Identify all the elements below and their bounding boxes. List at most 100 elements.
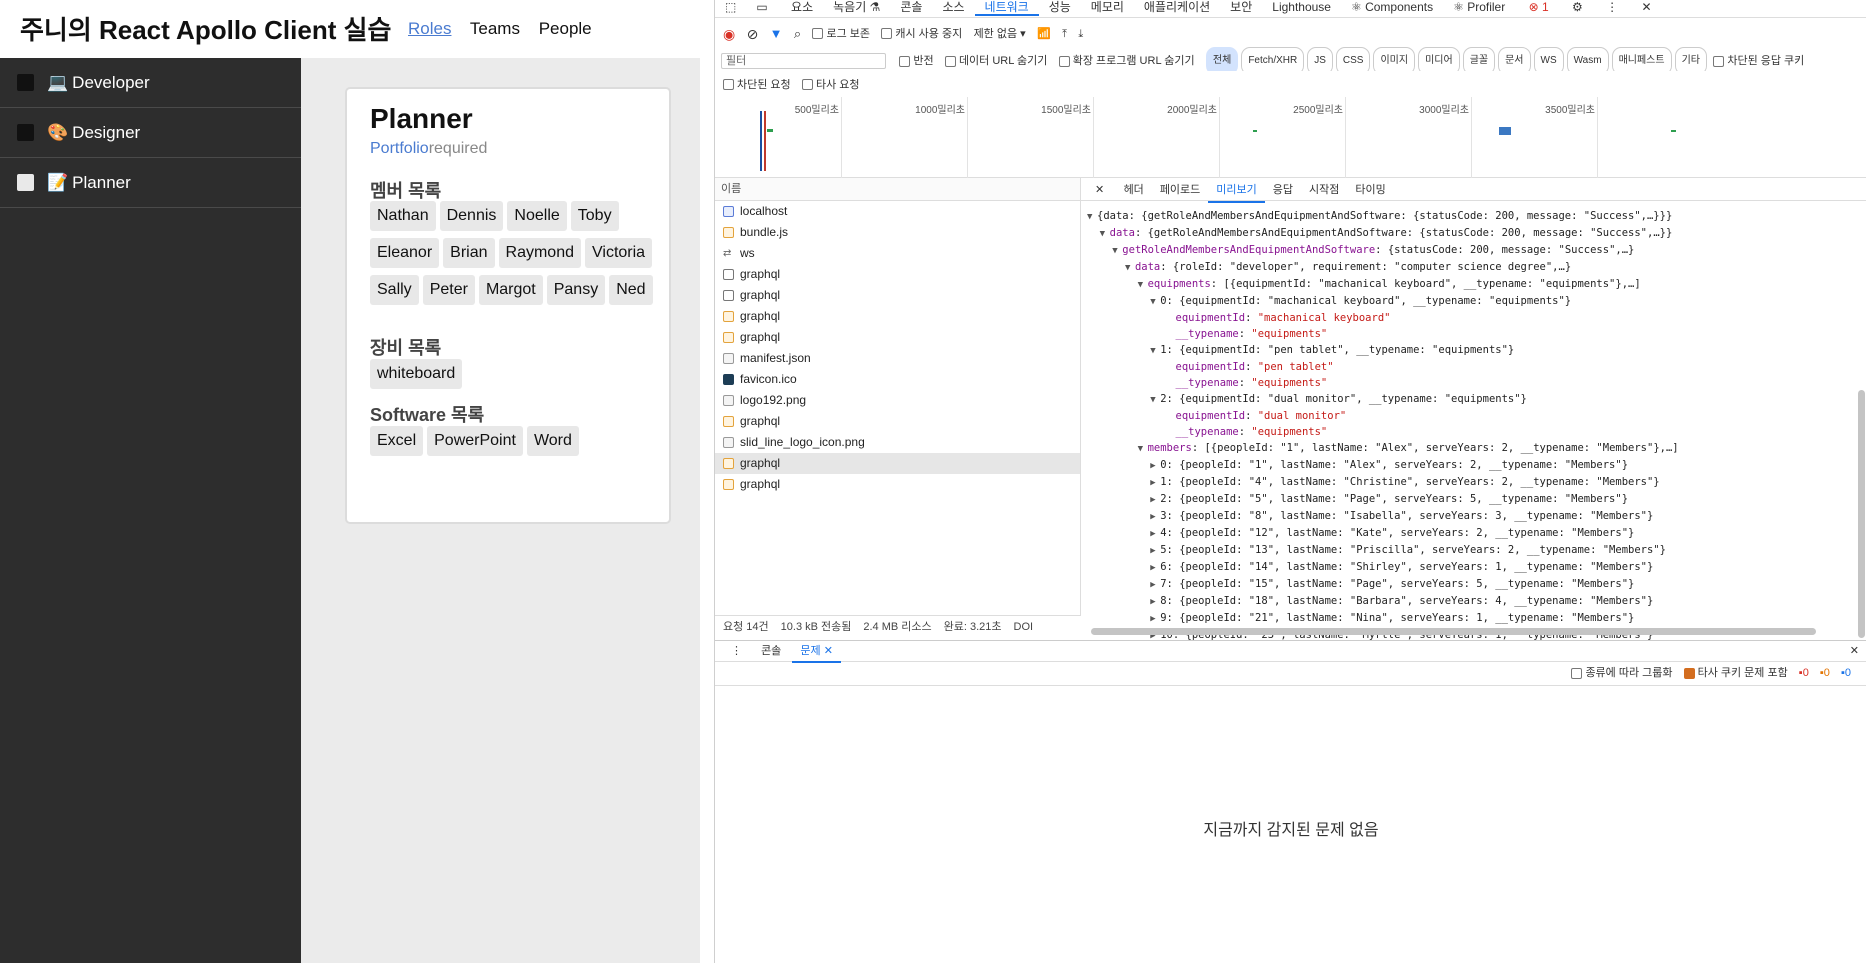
expand-down-icon[interactable]: ▼ — [1138, 441, 1148, 457]
sidebar-item-developer[interactable]: 💻 Developer — [0, 58, 301, 108]
clear-icon[interactable]: ⊘ — [747, 23, 759, 44]
type-filter-pill[interactable]: WS — [1533, 47, 1564, 71]
expand-right-icon[interactable]: ▶ — [1150, 458, 1160, 474]
horizontal-scrollbar[interactable] — [1091, 628, 1816, 635]
preview-line[interactable]: ▼ 1: {equipmentId: "pen tablet", __typena… — [1087, 342, 1857, 359]
member-tag[interactable]: Peter — [422, 275, 475, 305]
request-row[interactable]: ⇄ ws — [715, 243, 1080, 264]
preview-line[interactable]: ▼ 0: {equipmentId: "machanical keyboard",… — [1087, 293, 1857, 310]
type-filter-pill[interactable]: 매니페스트 — [1611, 47, 1672, 71]
inspect-icon[interactable]: ⬚ — [715, 0, 746, 14]
nav-roles[interactable]: Roles — [408, 19, 451, 38]
software-tag[interactable]: PowerPoint — [427, 426, 523, 456]
member-tag[interactable]: Eleanor — [370, 238, 440, 268]
devtools-tab[interactable]: ⚛ Components — [1341, 0, 1443, 14]
checkbox-icon[interactable] — [1058, 55, 1070, 67]
preview-line[interactable]: ▶ 8: {peopleId: "18", lastName: "Barbara"… — [1087, 593, 1857, 610]
software-tag[interactable]: Excel — [370, 426, 424, 456]
checkbox-icon[interactable] — [802, 79, 813, 91]
record-icon[interactable]: ◉ — [723, 23, 735, 44]
detail-tab[interactable]: 미리보기 — [1208, 179, 1265, 203]
type-filter-pill[interactable]: Fetch/XHR — [1241, 47, 1305, 71]
expand-down-icon[interactable]: ▼ — [1112, 243, 1122, 259]
devtools-tab[interactable]: 콘솔 — [890, 0, 932, 14]
checkbox-icon[interactable] — [899, 55, 911, 67]
equipment-tag[interactable]: whiteboard — [370, 359, 463, 389]
member-tag[interactable]: Sally — [370, 275, 419, 305]
type-filter-pill[interactable]: JS — [1307, 47, 1333, 71]
devtools-tab[interactable]: 요소 — [781, 0, 823, 14]
detail-tab[interactable]: 헤더 — [1116, 179, 1152, 201]
request-row[interactable]: localhost — [715, 201, 1080, 222]
member-tag[interactable]: Ned — [609, 275, 653, 305]
member-tag[interactable]: Brian — [443, 238, 495, 268]
drawer-tab-issues[interactable]: 문제 ✕ — [792, 641, 841, 663]
filter-icon[interactable]: ▼ — [770, 23, 783, 44]
request-row[interactable]: graphql — [715, 411, 1080, 432]
preview-line[interactable]: ▼ getRoleAndMembersAndEquipmentAndSoftwar… — [1087, 242, 1857, 259]
type-filter-pill[interactable]: 전체 — [1205, 47, 1239, 71]
request-row[interactable]: favicon.ico — [715, 369, 1080, 390]
network-conditions-icon[interactable]: 📶 — [1037, 23, 1051, 44]
expand-down-icon[interactable]: ▼ — [1138, 277, 1148, 293]
request-row[interactable]: slid_line_logo_icon.png — [715, 432, 1080, 453]
type-filter-pill[interactable]: CSS — [1335, 47, 1371, 71]
sidebar-item-planner[interactable]: 📝 Planner — [0, 158, 301, 208]
sidebar-item-designer[interactable]: 🎨 Designer — [0, 108, 301, 158]
nav-people[interactable]: People — [539, 19, 592, 38]
error-badge[interactable]: ⊗ 1 — [1519, 0, 1559, 14]
request-row[interactable]: logo192.png — [715, 390, 1080, 411]
checkbox-icon[interactable] — [723, 79, 734, 91]
expand-down-icon[interactable]: ▼ — [1150, 294, 1160, 310]
request-row[interactable]: graphql — [715, 306, 1080, 327]
request-row[interactable]: graphql — [715, 285, 1080, 306]
throttle-select[interactable]: 제한 없음 ▾ — [974, 23, 1026, 44]
expand-down-icon[interactable]: ▼ — [1100, 226, 1110, 242]
devtools-tab[interactable]: 성능 — [1039, 0, 1081, 14]
close-detail-icon[interactable]: ✕ — [1087, 179, 1112, 201]
download-icon[interactable]: ⤓ — [1078, 23, 1083, 44]
third-party-toggle[interactable]: 타사 요청 — [802, 75, 860, 94]
expand-right-icon[interactable]: ▶ — [1150, 577, 1160, 593]
preview-line[interactable]: ▶ 5: {peopleId: "13", lastName: "Priscill… — [1087, 542, 1857, 559]
filter-input[interactable]: 필터 — [721, 53, 886, 69]
preview-line[interactable]: ▶ 9: {peopleId: "21", lastName: "Nina", s… — [1087, 610, 1857, 627]
invert-toggle[interactable]: 반전 — [899, 49, 934, 71]
checkbox-icon[interactable] — [944, 55, 956, 67]
devtools-tab[interactable]: 네트워크 — [974, 0, 1039, 16]
preview-line[interactable]: ▶ 1: {peopleId: "4", lastName: "Christine… — [1087, 474, 1857, 491]
close-icon[interactable]: ✕ — [824, 645, 833, 657]
expand-right-icon[interactable]: ▶ — [1150, 594, 1160, 610]
preview-line[interactable]: ▼ equipments: [{equipmentId: "machanical … — [1087, 276, 1857, 293]
preview-line[interactable]: ▶ 3: {peopleId: "8", lastName: "Isabella"… — [1087, 508, 1857, 525]
expand-right-icon[interactable]: ▶ — [1150, 509, 1160, 525]
preview-line[interactable]: equipmentId: "machanical keyboard" — [1087, 310, 1857, 326]
checkbox-icon[interactable] — [1683, 667, 1695, 679]
checkbox-icon[interactable] — [17, 124, 34, 141]
type-filter-pill[interactable]: Wasm — [1566, 47, 1609, 71]
type-filter-pill[interactable]: 기타 — [1674, 47, 1707, 71]
request-row[interactable]: manifest.json — [715, 348, 1080, 369]
settings-gear-icon[interactable]: ⚙ — [1562, 0, 1593, 14]
devtools-tab[interactable]: ⚛ Profiler — [1443, 0, 1515, 14]
expand-right-icon[interactable]: ▶ — [1150, 611, 1160, 627]
checkbox-icon[interactable] — [17, 74, 34, 91]
preview-line[interactable]: ▼ 2: {equipmentId: "dual monitor", __type… — [1087, 391, 1857, 408]
request-row[interactable]: graphql — [715, 264, 1080, 285]
detail-tab[interactable]: 응답 — [1265, 179, 1301, 201]
preview-scrollbar[interactable] — [1858, 390, 1865, 638]
type-filter-pill[interactable]: 이미지 — [1373, 47, 1416, 71]
drawer-menu-icon[interactable]: ⋮ — [723, 641, 750, 661]
detail-tab[interactable]: 페이로드 — [1152, 179, 1208, 201]
checkbox-icon[interactable] — [881, 28, 893, 40]
preview-line[interactable]: equipmentId: "pen tablet" — [1087, 359, 1857, 375]
search-icon[interactable]: ⌕ — [794, 23, 801, 44]
hide-ext-toggle[interactable]: 확장 프로그램 URL 숨기기 — [1058, 49, 1195, 71]
blocked-cookies-toggle[interactable]: 차단된 응답 쿠키 — [1713, 49, 1804, 71]
preview-line[interactable]: ▶ 2: {peopleId: "5", lastName: "Page", se… — [1087, 491, 1857, 508]
disable-cache-toggle[interactable]: 캐시 사용 중지 — [881, 23, 962, 44]
devtools-tab[interactable]: 메모리 — [1081, 0, 1134, 14]
devtools-tab[interactable]: 보안 — [1220, 0, 1262, 14]
preview-line[interactable]: __typename: "equipments" — [1087, 326, 1857, 342]
preview-line[interactable]: ▶ 6: {peopleId: "14", lastName: "Shirley"… — [1087, 559, 1857, 576]
